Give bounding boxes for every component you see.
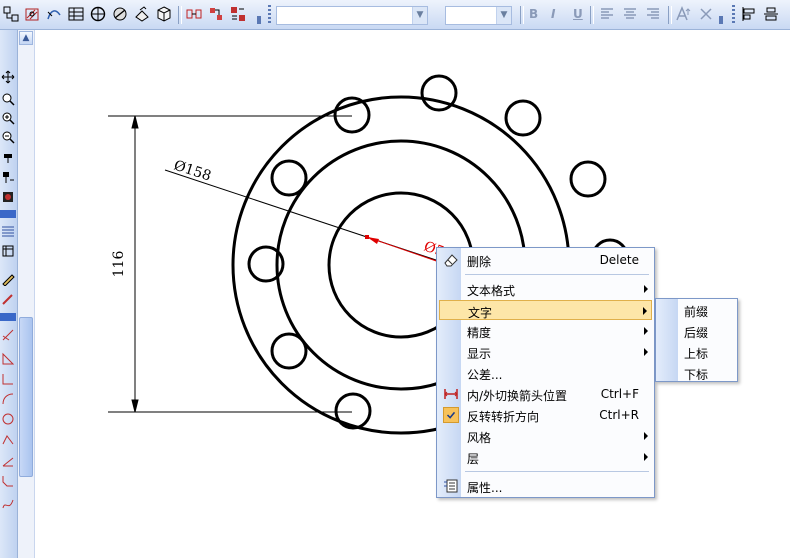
scroll-up-icon[interactable]: ▲ [19,31,33,45]
render-icon[interactable] [1,190,15,204]
menu-item-display[interactable]: 显示 [439,342,652,362]
menu-item-toggle-arrow[interactable]: 内/外切换箭头位置 Ctrl+F [439,384,652,404]
diameter-158-text: Ø158 [172,158,213,185]
line-icon[interactable] [1,372,15,386]
circle-tool-icon[interactable] [1,412,15,426]
align-icon[interactable] [186,6,202,22]
submenu-arrow-icon [644,285,648,293]
align-objects-center-icon[interactable] [763,6,779,22]
size-combo[interactable]: ▼ [445,6,512,25]
submenu-arrow-icon [644,348,648,356]
bolt-hole [569,160,607,198]
layout-icon[interactable] [3,6,19,22]
move-icon[interactable] [1,70,15,84]
cube-icon[interactable] [156,6,172,22]
align-right-icon[interactable] [645,6,661,22]
submenu-arrow-icon [644,432,648,440]
align-objects-left-icon[interactable] [741,6,757,22]
text-style-icon[interactable] [230,6,246,22]
cut-icon[interactable] [112,6,128,22]
font-combo[interactable]: ▼ [276,6,428,25]
curve-icon[interactable] [46,6,62,22]
menu-item-precision[interactable]: 精度 [439,321,652,341]
italic-button[interactable]: I [551,7,555,21]
properties-icon [444,479,458,493]
circle-cross-icon[interactable] [90,6,106,22]
toolbar-overflow-icon[interactable] [257,16,261,24]
polyline-icon[interactable] [1,432,15,446]
pencil-icon[interactable] [1,272,15,286]
toolbar-divider [0,210,16,218]
menu-item-delete[interactable]: 删除 Delete [439,250,652,270]
chevron-down-icon: ▼ [412,7,427,24]
submenu-arrow-icon [644,453,648,461]
text-clear-icon[interactable] [698,6,714,22]
bold-button[interactable]: B [529,7,538,21]
vertical-scrollbar[interactable]: ▲ [18,30,35,558]
edit-icon[interactable] [134,6,150,22]
bolt-hole [270,159,308,197]
scroll-thumb[interactable] [19,317,33,477]
drawing-canvas[interactable]: 116 Ø158 Ø5 [35,30,790,558]
context-menu: 删除 Delete 文本格式 文字 精度 显示 公差... 内/外切换箭头位置 … [436,247,655,498]
vertical-dimension-text: 116 [111,251,127,278]
menu-item-tolerance[interactable]: 公差... [439,363,652,383]
check-icon [443,407,459,423]
dimension-tool-icon[interactable] [1,328,15,342]
grid-icon[interactable] [1,224,15,238]
align-left-icon[interactable] [599,6,615,22]
text-submenu: 前缀 后缀 上标 下标 [655,298,738,382]
submenu-item-subscript[interactable]: 下标 [684,366,708,383]
arrow-swap-icon [444,389,458,399]
triangle-icon[interactable] [1,352,15,366]
menu-item-layer[interactable]: 层 [439,447,652,467]
angle-icon[interactable] [1,454,15,468]
menu-item-properties[interactable]: 属性... [439,476,652,496]
submenu-item-prefix[interactable]: 前缀 [684,303,708,320]
submenu-item-suffix[interactable]: 后缀 [684,324,708,341]
zoom-in-icon[interactable] [1,111,15,125]
menu-item-reverse-direction[interactable]: 反转转折方向 Ctrl+R [439,405,652,425]
menu-item-style[interactable]: 风格 [439,426,652,446]
dimension-icon[interactable] [208,6,224,22]
chamfer-icon[interactable] [1,474,15,488]
zoom-icon[interactable] [1,92,15,106]
toolbar-overflow-icon[interactable] [719,16,723,24]
menu-item-text-format[interactable]: 文本格式 [439,279,652,299]
menu-item-text[interactable]: 文字 [439,300,652,320]
table-icon[interactable] [68,6,84,22]
zoom-out-icon[interactable] [1,130,15,144]
bolt-hole [270,332,308,370]
top-toolbar: ▼ ▼ B I U [0,0,790,30]
submenu-arrow-icon [644,327,648,335]
submenu-arrow-icon [643,307,647,315]
arc-icon[interactable] [1,392,15,406]
submenu-item-superscript[interactable]: 上标 [684,345,708,362]
view-icon[interactable] [1,170,15,184]
spline-icon[interactable] [1,496,15,510]
ruler-icon[interactable] [1,292,15,306]
underline-button[interactable]: U [573,7,583,21]
toolbar-divider [0,313,16,321]
eraser-icon [444,254,458,267]
vertical-dimension[interactable] [108,115,352,413]
bolt-hole [504,99,542,137]
pan-icon[interactable] [1,150,15,164]
align-center-icon[interactable] [622,6,638,22]
bolt-hole [420,74,458,112]
bolt-hole [334,392,372,430]
layer-icon[interactable] [1,244,15,258]
text-size-icon[interactable] [676,6,692,22]
left-toolbar [0,30,18,558]
chevron-down-icon: ▼ [496,7,511,24]
hatch-icon[interactable] [24,6,40,22]
